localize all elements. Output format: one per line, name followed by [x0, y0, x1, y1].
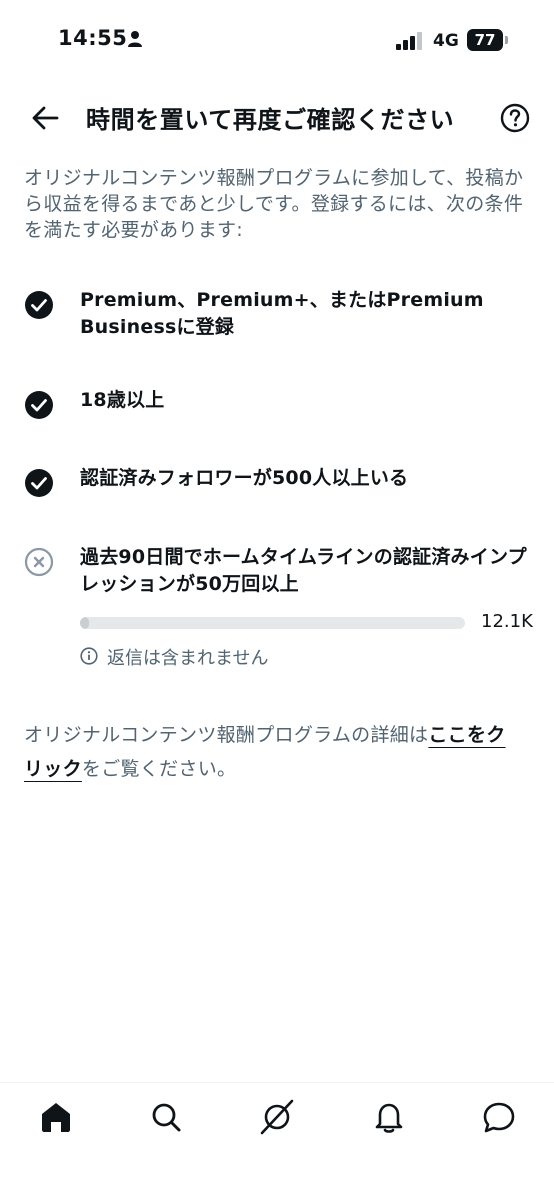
signal-icon: [396, 32, 422, 50]
arrow-left-icon: [32, 106, 59, 130]
impressions-progress-bar: [80, 617, 465, 629]
note-text: 返信は含まれません: [107, 648, 269, 669]
intro-text: オリジナルコンテンツ報酬プログラムに参加して、投稿から収益を得るまであと少しです…: [24, 167, 524, 241]
home-icon: [42, 1103, 70, 1132]
battery-icon: 77: [467, 29, 509, 51]
grok-icon: [260, 1099, 294, 1135]
nav-grok[interactable]: [257, 1097, 297, 1137]
bell-icon: [375, 1103, 403, 1133]
requirement-text: 過去90日間でホームタイムラインの認証済みインプレッションが50万回以上: [80, 546, 527, 595]
requirement-text: 認証済みフォロワーが500人以上いる: [80, 467, 409, 489]
question-circle-icon: [500, 103, 530, 133]
person-icon: [128, 31, 142, 47]
nav-notifications[interactable]: [369, 1097, 409, 1137]
status-bar: 14:55 4G 77: [0, 0, 554, 80]
nav-messages[interactable]: [479, 1097, 519, 1137]
details-suffix: をご覧ください。: [81, 758, 237, 780]
header: 時間を置いて再度ご確認ください: [0, 90, 554, 146]
x-circle-icon: [24, 547, 54, 577]
search-icon: [152, 1103, 181, 1132]
network-label: 4G: [433, 31, 459, 51]
progress-value: 12.1K: [481, 611, 533, 632]
nav-home[interactable]: [36, 1097, 76, 1137]
check-circle-icon: [25, 391, 53, 419]
back-button[interactable]: [30, 104, 60, 132]
help-button[interactable]: [500, 103, 530, 133]
check-circle-icon: [25, 291, 53, 319]
battery-level: 77: [474, 31, 496, 49]
bottom-nav: [0, 1082, 554, 1200]
details-text: オリジナルコンテンツ報酬プログラムの詳細はここをクリックをご覧ください。: [24, 718, 524, 786]
progress-fill: [80, 617, 90, 629]
page-title: 時間を置いて再度ご確認ください: [86, 106, 455, 134]
page: 14:55 4G 77 時間を置いて再度ご確認ください オリジナルコンテンツ報酬…: [0, 0, 554, 1200]
requirement-text: Premium、Premium+、またはPremium Businessに登録: [80, 289, 484, 338]
messages-icon: [483, 1102, 515, 1133]
requirement-text: 18歳以上: [80, 389, 165, 411]
check-circle-icon: [25, 469, 53, 497]
nav-search[interactable]: [146, 1097, 186, 1137]
info-icon: [80, 647, 98, 665]
details-prefix: オリジナルコンテンツ報酬プログラムの詳細は: [24, 724, 429, 746]
status-time: 14:55: [58, 26, 128, 50]
